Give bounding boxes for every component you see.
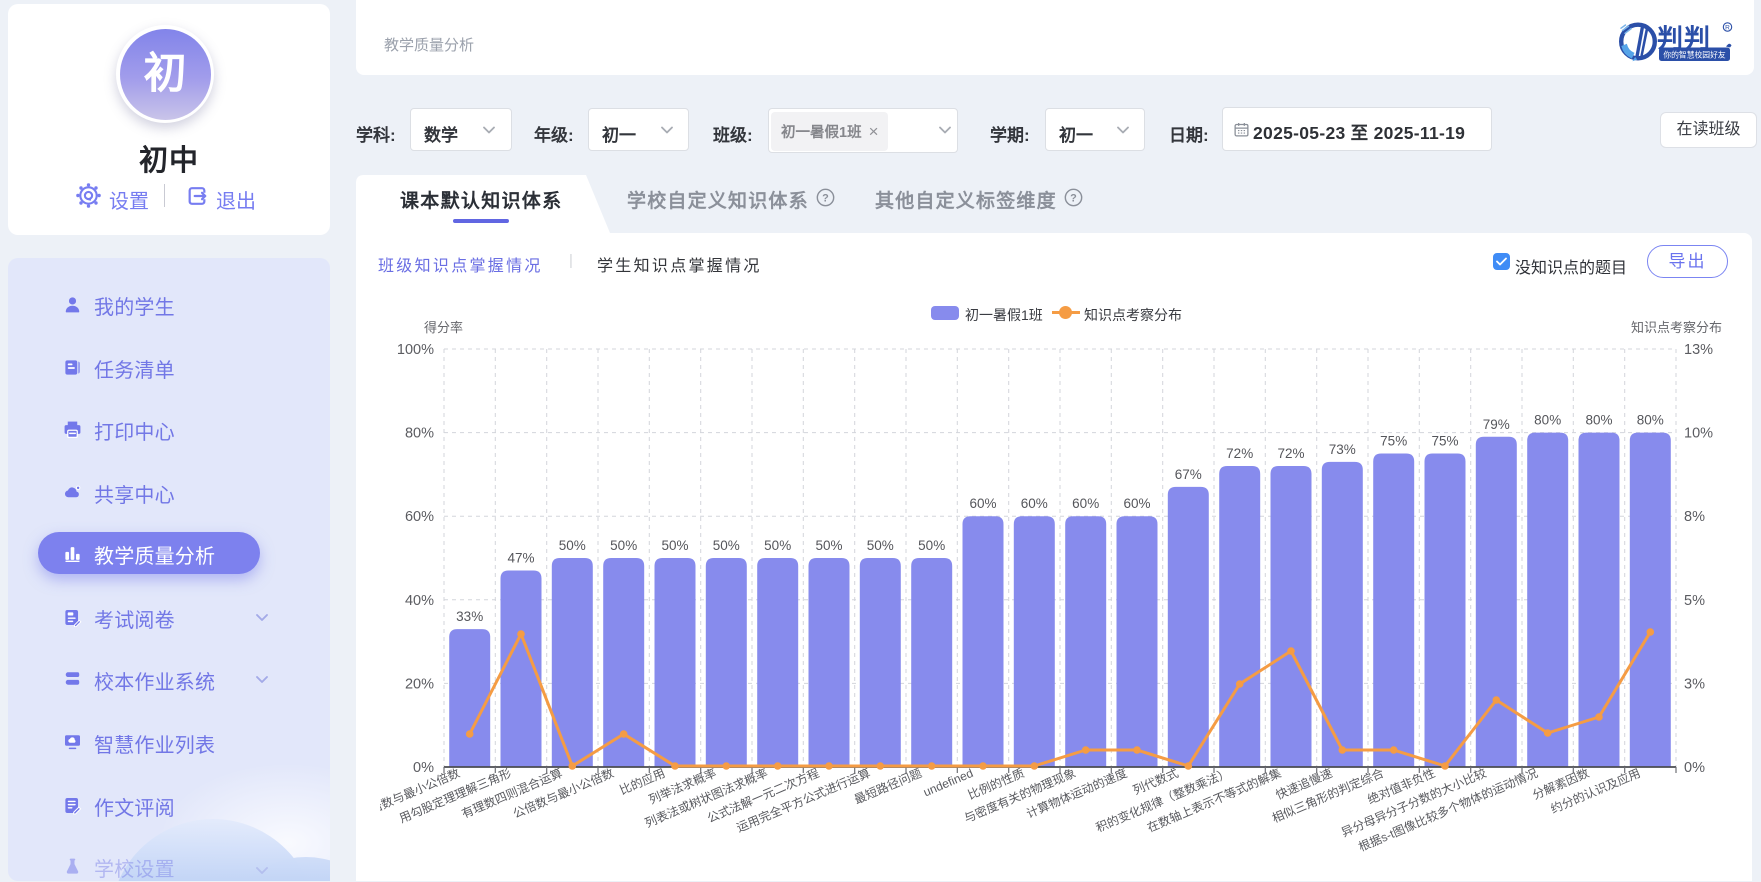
svg-text:50%: 50% (815, 538, 842, 553)
svg-text:50%: 50% (661, 538, 688, 553)
svg-text:75%: 75% (1431, 434, 1458, 449)
svg-text:你的智慧校园好友: 你的智慧校园好友 (1663, 49, 1726, 59)
svg-text:13%: 13% (1684, 342, 1713, 358)
svg-text:50%: 50% (867, 538, 894, 553)
svg-text:?: ? (822, 192, 829, 204)
svg-text:79%: 79% (1483, 417, 1510, 432)
svg-text:60%: 60% (405, 509, 434, 525)
svg-text:20%: 20% (405, 676, 434, 692)
svg-text:80%: 80% (1585, 413, 1612, 428)
svg-text:33%: 33% (456, 609, 483, 624)
svg-text:5%: 5% (1684, 593, 1705, 609)
svg-text:3%: 3% (1684, 676, 1705, 692)
svg-text:50%: 50% (610, 538, 637, 553)
svg-text:R: R (1725, 25, 1730, 32)
svg-text:72%: 72% (1277, 446, 1304, 461)
svg-text:50%: 50% (764, 538, 791, 553)
svg-text:8%: 8% (1684, 509, 1705, 525)
svg-text:60%: 60% (969, 496, 996, 511)
svg-text:?: ? (1070, 192, 1077, 204)
svg-text:80%: 80% (405, 426, 434, 442)
svg-text:67%: 67% (1175, 467, 1202, 482)
svg-text:60%: 60% (1072, 496, 1099, 511)
svg-text:50%: 50% (713, 538, 740, 553)
svg-text:60%: 60% (1123, 496, 1150, 511)
svg-text:0%: 0% (413, 760, 434, 776)
svg-text:50%: 50% (559, 538, 586, 553)
svg-text:50%: 50% (918, 538, 945, 553)
svg-text:73%: 73% (1329, 442, 1356, 457)
svg-text:80%: 80% (1637, 413, 1664, 428)
svg-text:100%: 100% (397, 342, 434, 358)
svg-text:72%: 72% (1226, 446, 1253, 461)
svg-text:75%: 75% (1380, 434, 1407, 449)
svg-text:60%: 60% (1021, 496, 1048, 511)
svg-text:0%: 0% (1684, 760, 1705, 776)
svg-text:10%: 10% (1684, 426, 1713, 442)
svg-text:40%: 40% (405, 593, 434, 609)
svg-text:80%: 80% (1534, 413, 1561, 428)
svg-text:47%: 47% (507, 551, 534, 566)
